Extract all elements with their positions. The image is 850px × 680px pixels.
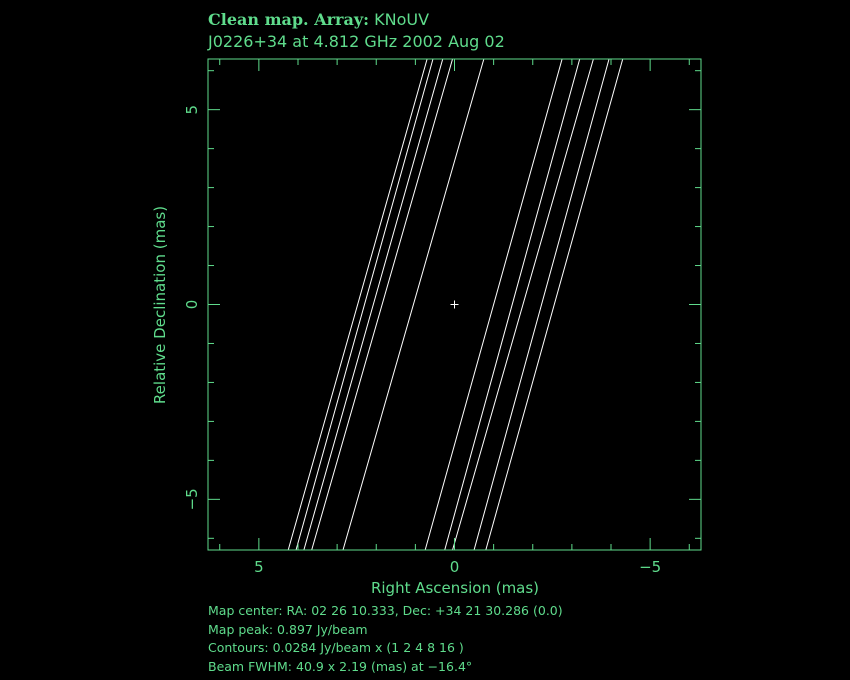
y-tick-label: 0 <box>183 300 201 310</box>
map-center-text: Map center: RA: 02 26 10.333, Dec: +34 2… <box>208 603 563 618</box>
contours-text: Contours: 0.0284 Jy/beam x (1 2 4 8 16 ) <box>208 640 464 655</box>
map-info: Map center: RA: 02 26 10.333, Dec: +34 2… <box>208 602 563 676</box>
x-tick-label: 0 <box>450 558 460 576</box>
x-tick-label: −5 <box>639 558 661 576</box>
map-peak-text: Map peak: 0.897 Jy/beam <box>208 621 368 637</box>
contour-line <box>452 58 594 551</box>
x-tick-label: 5 <box>254 558 264 576</box>
contour-line <box>444 58 581 551</box>
contour-plot: 5 0 −5 5 0 −5 <box>183 58 702 576</box>
contour-line <box>287 58 428 551</box>
contour-line <box>485 58 624 551</box>
beam-text: Beam FWHM: 40.9 x 2.19 (mas) at −16.4° <box>208 658 473 674</box>
x-axis-title: Right Ascension (mas) <box>370 579 540 597</box>
tick-labels: 5 0 −5 5 0 −5 <box>183 105 661 576</box>
contour-line <box>311 58 454 551</box>
y-tick-label: −5 <box>183 488 201 510</box>
y-tick-label: 5 <box>183 105 201 115</box>
contour-line <box>303 58 444 551</box>
center-marker <box>450 300 459 309</box>
y-axis-title: Relative Declination (mas) <box>151 205 169 405</box>
